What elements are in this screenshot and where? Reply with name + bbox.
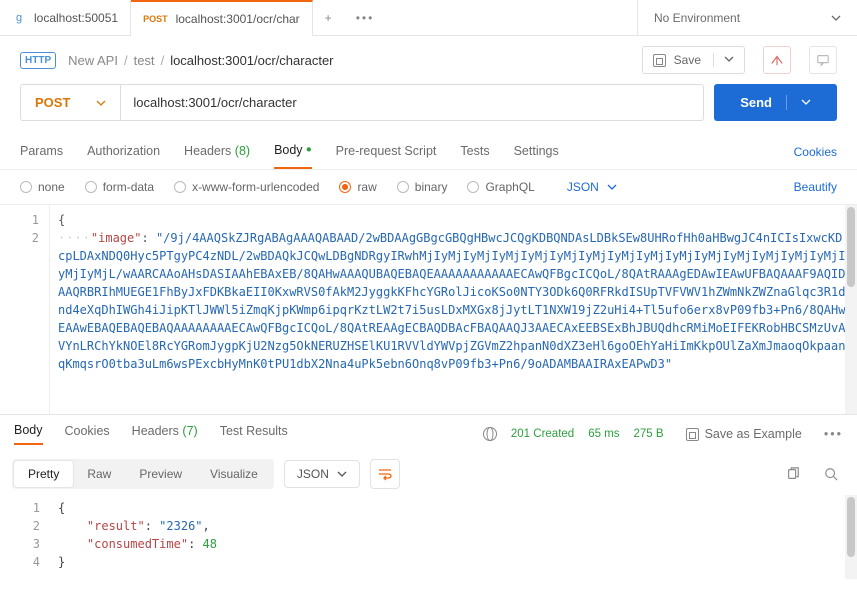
response-view-row: Pretty Raw Preview Visualize JSON	[0, 453, 857, 495]
tab-body[interactable]: Body •	[274, 135, 312, 169]
res-tab-cookies[interactable]: Cookies	[65, 424, 110, 444]
beautify-button[interactable]: Beautify	[794, 180, 837, 194]
method-selector[interactable]: POST	[20, 84, 120, 121]
http-badge: HTTP	[20, 52, 56, 69]
response-code-content[interactable]: { "result": "2326", "consumedTime": 48 }	[50, 495, 857, 579]
res-tab-headers[interactable]: Headers (7)	[132, 424, 198, 444]
add-tab-button[interactable]: +	[313, 11, 344, 25]
view-preview[interactable]: Preview	[125, 461, 196, 487]
send-button[interactable]: Send	[714, 84, 837, 121]
save-label: Save	[674, 53, 701, 67]
save-icon	[653, 54, 666, 67]
breadcrumb-item[interactable]: New API	[68, 53, 118, 68]
tab-label: localhost:50051	[34, 11, 118, 25]
scrollbar-thumb[interactable]	[847, 207, 855, 287]
tab-method-badge: POST	[143, 14, 168, 24]
line-gutter: 1234	[0, 495, 50, 579]
tab-label: localhost:3001/ocr/char	[176, 12, 300, 26]
response-section: Body Cookies Headers (7) Test Results 20…	[0, 414, 857, 579]
wrap-lines-button[interactable]	[370, 459, 400, 489]
tabs-overflow-button[interactable]: •••	[344, 11, 387, 25]
radio-binary[interactable]: binary	[397, 180, 448, 194]
radio-raw[interactable]: raw	[339, 180, 376, 194]
response-more-button[interactable]: •••	[824, 427, 843, 441]
line-gutter: 12	[0, 205, 50, 414]
comment-button[interactable]	[809, 46, 837, 74]
tab-params[interactable]: Params	[20, 136, 63, 168]
save-chevron[interactable]	[713, 53, 734, 67]
tab-grpc[interactable]: g localhost:50051	[0, 0, 131, 36]
save-example-button[interactable]: Save as Example	[686, 427, 802, 441]
radio-urlencoded[interactable]: x-www-form-urlencoded	[174, 180, 319, 194]
tab-http-active[interactable]: POST localhost:3001/ocr/char	[131, 0, 313, 36]
tab-prerequest[interactable]: Pre-request Script	[336, 136, 437, 168]
save-icon	[686, 428, 699, 441]
send-chevron[interactable]	[786, 95, 811, 110]
body-type-row: none form-data x-www-form-urlencoded raw…	[0, 170, 857, 204]
environment-selector[interactable]: No Environment	[637, 0, 857, 35]
chevron-down-icon	[337, 469, 347, 479]
body-format-selector[interactable]: JSON	[567, 180, 617, 194]
view-mode-group: Pretty Raw Preview Visualize	[12, 459, 274, 489]
radio-none[interactable]: none	[20, 180, 65, 194]
breadcrumb: New API / test / localhost:3001/ocr/char…	[68, 53, 333, 68]
breadcrumb-item-current: localhost:3001/ocr/character	[170, 53, 333, 68]
cookies-link[interactable]: Cookies	[794, 145, 837, 159]
scrollbar[interactable]	[845, 495, 857, 579]
radio-graphql[interactable]: GraphQL	[467, 180, 534, 194]
response-format-selector[interactable]: JSON	[284, 460, 360, 488]
env-label: No Environment	[654, 11, 740, 25]
url-bar: POST Send	[0, 84, 857, 135]
grpc-icon: g	[12, 11, 26, 25]
tab-settings[interactable]: Settings	[514, 136, 559, 168]
scrollbar[interactable]	[845, 205, 857, 414]
tab-authorization[interactable]: Authorization	[87, 136, 160, 168]
response-time: 65 ms	[588, 428, 619, 440]
save-button[interactable]: Save	[642, 46, 745, 74]
breadcrumb-row: HTTP New API / test / localhost:3001/ocr…	[0, 36, 857, 84]
copy-button[interactable]	[779, 460, 807, 488]
code-content[interactable]: { ····"image": "/9j/4AAQSkZJRgABAgAAAQAB…	[50, 205, 857, 414]
send-label: Send	[740, 95, 772, 110]
res-tab-tests[interactable]: Test Results	[220, 424, 288, 444]
response-body-editor[interactable]: 1234 { "result": "2326", "consumedTime":…	[0, 495, 857, 579]
response-tabs: Body Cookies Headers (7) Test Results 20…	[0, 415, 857, 453]
request-body-editor[interactable]: 12 { ····"image": "/9j/4AAQSkZJRgABAgAAA…	[0, 204, 857, 414]
res-tab-body[interactable]: Body	[14, 423, 43, 445]
response-size: 275 B	[634, 428, 664, 440]
request-tabs: Params Authorization Headers (8) Body • …	[0, 135, 857, 170]
breadcrumb-item[interactable]: test	[134, 53, 155, 68]
status-info: 201 Created 65 ms 275 B	[483, 427, 664, 441]
view-pretty[interactable]: Pretty	[14, 461, 73, 487]
url-input[interactable]	[120, 84, 704, 121]
scrollbar-thumb[interactable]	[847, 497, 855, 557]
top-tabs: g localhost:50051 POST localhost:3001/oc…	[0, 0, 857, 36]
view-raw[interactable]: Raw	[73, 461, 125, 487]
chevron-down-icon	[831, 13, 841, 23]
share-button[interactable]	[763, 46, 791, 74]
chevron-down-icon	[607, 182, 617, 192]
method-label: POST	[35, 95, 70, 110]
globe-icon[interactable]	[483, 427, 497, 441]
chevron-down-icon	[96, 98, 106, 108]
view-visualize[interactable]: Visualize	[196, 461, 272, 487]
radio-form-data[interactable]: form-data	[85, 180, 154, 194]
status-code: 201 Created	[511, 428, 574, 440]
search-button[interactable]	[817, 460, 845, 488]
tab-tests[interactable]: Tests	[460, 136, 489, 168]
tab-headers[interactable]: Headers (8)	[184, 136, 250, 168]
